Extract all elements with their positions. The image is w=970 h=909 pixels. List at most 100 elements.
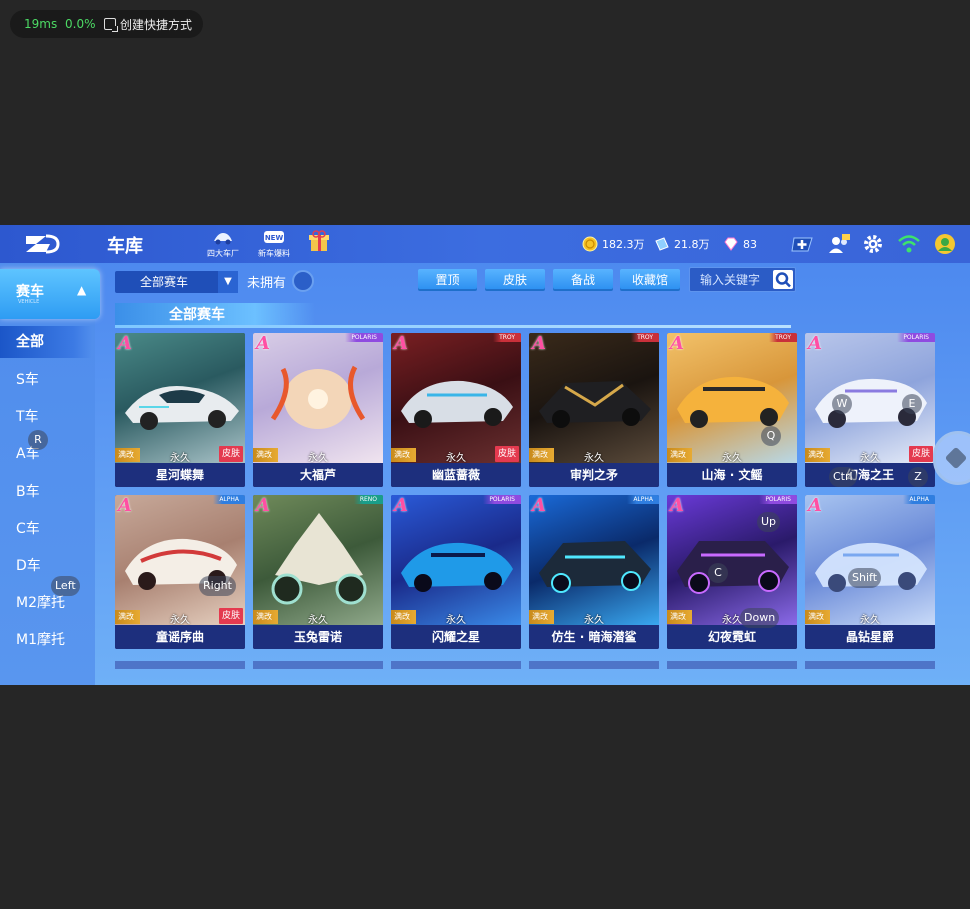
- brand-tag: POLARIS: [345, 333, 383, 342]
- sidebar-item-c[interactable]: C车: [0, 513, 92, 545]
- joystick-handle[interactable]: [933, 431, 970, 485]
- shortcut-icon[interactable]: [104, 18, 118, 32]
- sidebar-item-d[interactable]: D车: [0, 550, 92, 582]
- car-card-6[interactable]: A ALPHA 满改 永久 皮肤 童谣序曲: [115, 495, 245, 649]
- grade-badge: A: [256, 333, 270, 354]
- skin-tag: 皮肤: [218, 446, 243, 462]
- car-card-3[interactable]: A TROY 满改 永久 审判之矛: [529, 333, 659, 487]
- car-name: 大福芦: [253, 463, 383, 487]
- search-box: [689, 267, 796, 292]
- brand-tag: TROY: [769, 333, 797, 342]
- diamond-icon: [724, 237, 738, 251]
- tickets-value: 21.8万: [674, 238, 710, 251]
- gift-button[interactable]: [299, 229, 339, 261]
- duration-text: 永久: [308, 453, 328, 464]
- car-name: 晶钻星爵: [805, 625, 935, 649]
- car-image: [253, 495, 383, 625]
- grade-badge: A: [118, 495, 132, 516]
- not-owned-toggle[interactable]: [292, 270, 314, 292]
- sidebar-item-b[interactable]: B车: [0, 476, 92, 508]
- car-icon: [401, 380, 513, 428]
- friends-icon[interactable]: [827, 233, 851, 255]
- car-name: 幻夜霓虹: [667, 625, 797, 649]
- new-car-label: 新车爆料: [258, 249, 290, 258]
- section-divider: [115, 325, 791, 328]
- car-image: [391, 333, 521, 463]
- sidebar-item-m1[interactable]: M1摩托: [0, 624, 92, 656]
- collection-button[interactable]: 收藏馆: [620, 269, 680, 291]
- new-car-button[interactable]: NEW 新车爆料: [254, 229, 294, 261]
- search-input[interactable]: [700, 271, 772, 289]
- sidebar-item-s[interactable]: S车: [0, 364, 92, 396]
- search-button[interactable]: [773, 270, 793, 289]
- car-icon: [125, 386, 239, 430]
- pin-top-button[interactable]: 置顶: [418, 269, 477, 291]
- car-card-9[interactable]: A ALPHA 满改 永久 仿生 · 暗海潜鲨: [529, 495, 659, 649]
- car-icon: [815, 542, 927, 592]
- car-card-0[interactable]: A 满改 永久 皮肤 星河蝶舞: [115, 333, 245, 487]
- car-card-7[interactable]: A RENO 满改 永久 玉兔雷诺: [253, 495, 383, 649]
- grade-badge: A: [670, 495, 684, 516]
- key-hint-w: W: [832, 394, 852, 414]
- sidebar-item-m2[interactable]: M2摩托: [0, 587, 92, 619]
- car-icon: [401, 542, 513, 592]
- car-card-1[interactable]: A POLARIS 满改 永久 大福芦: [253, 333, 383, 487]
- next-row-card: [667, 661, 797, 669]
- packet-loss-text: 0.0%: [65, 17, 96, 31]
- next-row-card: [253, 661, 383, 669]
- grade-badge: A: [670, 333, 684, 354]
- skin-tag: 皮肤: [218, 608, 243, 624]
- key-hint-c: C: [708, 563, 728, 583]
- avatar-icon[interactable]: [933, 233, 957, 255]
- car-name: 闪耀之星: [391, 625, 521, 649]
- car-name: 星河蝶舞: [115, 463, 245, 487]
- car-name: 幽蓝蔷薇: [391, 463, 521, 487]
- coins-counter: 182.3万: [582, 235, 645, 253]
- grade-badge: A: [394, 495, 408, 516]
- factory-button[interactable]: 四大车厂: [203, 229, 243, 261]
- search-icon: [775, 272, 791, 288]
- add-icon[interactable]: [790, 233, 814, 255]
- key-hint-shift: Shift: [848, 568, 882, 588]
- car-image: [253, 333, 383, 463]
- brand-tag: TROY: [631, 333, 659, 342]
- category-dropdown[interactable]: 全部赛车 ▼: [115, 271, 238, 293]
- chevron-up-icon: ▲: [77, 283, 87, 297]
- car-card-8[interactable]: A POLARIS 满改 永久 闪耀之星: [391, 495, 521, 649]
- grade-badge: A: [118, 333, 132, 354]
- category-sidebar: 赛车 VEHICLE ▲ 全部 S车 T车 A车 B车 C车 D车 M2摩托 M…: [0, 263, 100, 685]
- brand-tag: ALPHA: [213, 495, 245, 504]
- sidebar-item-t[interactable]: T车: [0, 401, 92, 433]
- settings-gear-icon[interactable]: [861, 233, 885, 255]
- next-row-card: [805, 661, 935, 669]
- gift-icon: [309, 230, 329, 251]
- skin-button[interactable]: 皮肤: [485, 269, 545, 291]
- next-row-card: [529, 661, 659, 669]
- key-hint-r: R: [28, 430, 48, 450]
- brand-tag: POLARIS: [897, 333, 935, 342]
- next-row-card: [115, 661, 245, 669]
- dropdown-value: 全部赛车: [140, 275, 189, 289]
- grade-badge: A: [532, 333, 546, 354]
- prepare-button[interactable]: 备战: [553, 269, 613, 291]
- car-icon: [271, 513, 367, 605]
- brand-tag: TROY: [493, 333, 521, 342]
- car-image: [115, 333, 245, 463]
- car-name: 童谣序曲: [115, 625, 245, 649]
- section-title: 全部赛车: [115, 303, 315, 327]
- duration-text: 永久: [584, 453, 604, 464]
- factory-label: 四大车厂: [207, 249, 239, 258]
- grade-badge: A: [808, 333, 822, 354]
- page-title: 车库: [107, 236, 143, 257]
- duration-text: 永久: [308, 615, 328, 626]
- grade-badge: A: [532, 495, 546, 516]
- brand-tag: POLARIS: [759, 495, 797, 504]
- car-icon: [539, 541, 651, 593]
- car-card-2[interactable]: A TROY 满改 永久 皮肤 幽蓝蔷薇: [391, 333, 521, 487]
- sidebar-header-vehicle[interactable]: 赛车 VEHICLE ▲: [0, 269, 100, 319]
- sidebar-item-all[interactable]: 全部: [0, 326, 92, 358]
- car-card-4[interactable]: A TROY 满改 永久 山海 · 文鳐: [667, 333, 797, 487]
- key-hint-down: Down: [740, 608, 780, 628]
- create-shortcut-link[interactable]: 创建快捷方式: [120, 16, 192, 33]
- ticket-icon: [655, 237, 669, 251]
